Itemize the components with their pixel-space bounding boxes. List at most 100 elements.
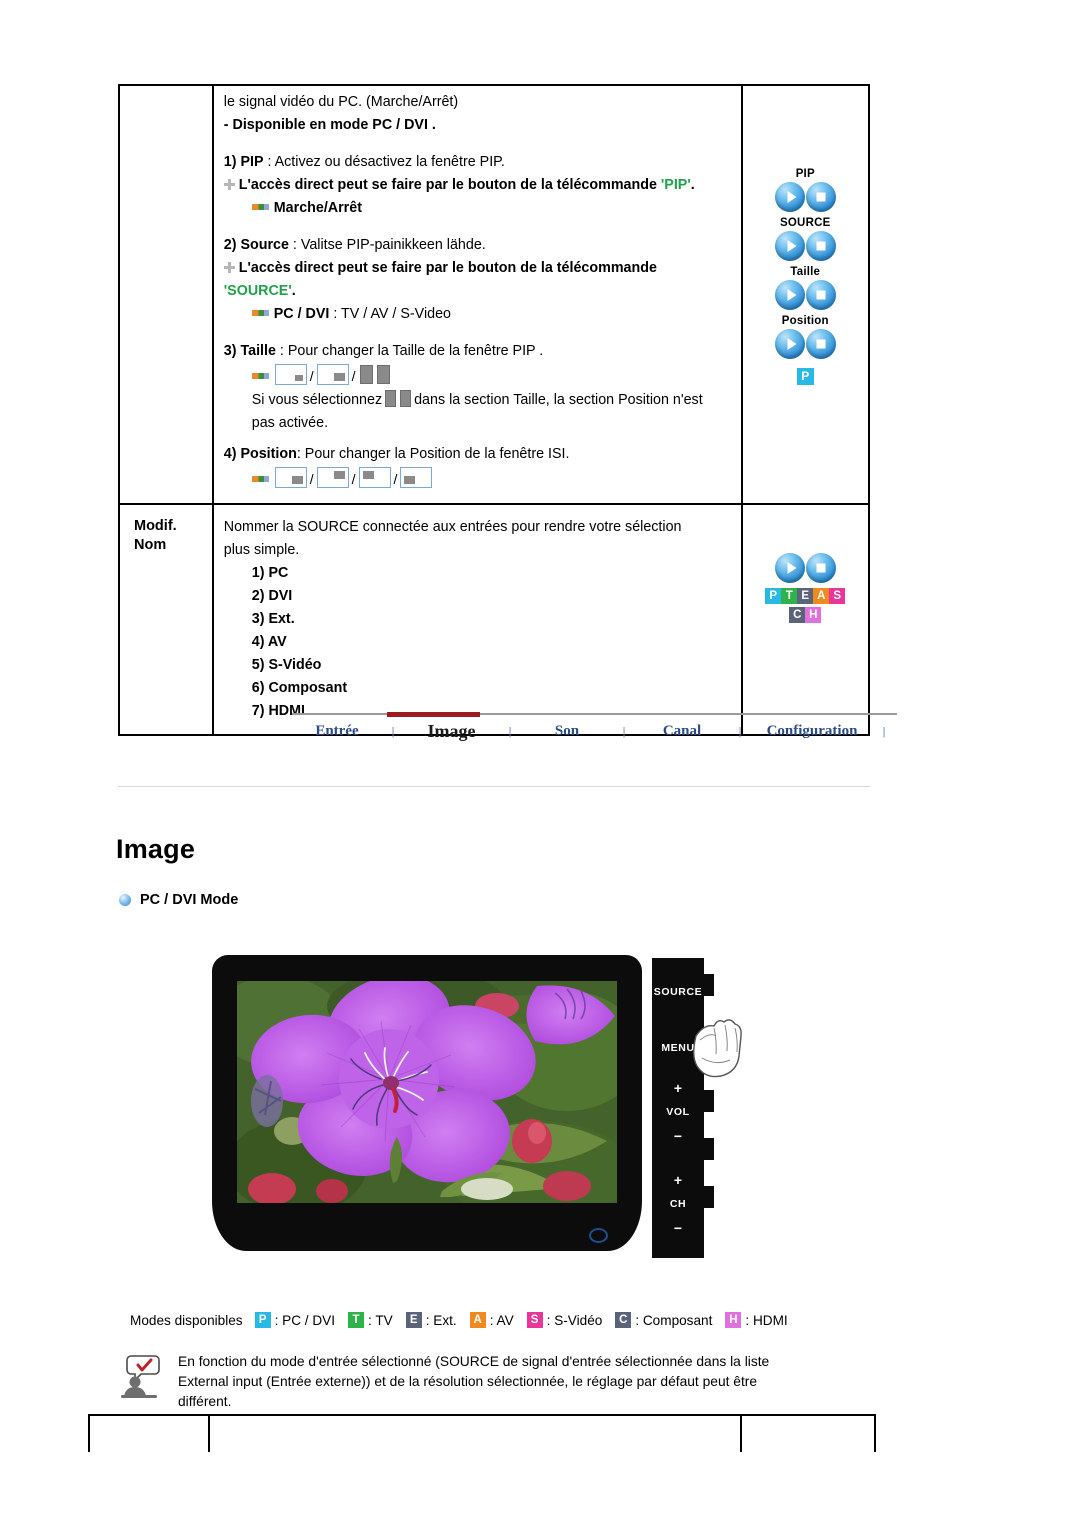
list-item: 5) S-Vidéo bbox=[251, 657, 322, 673]
item-pip-number: 1) bbox=[223, 154, 241, 170]
tab-son[interactable]: Son bbox=[521, 723, 613, 740]
taille-note-c: pas activée. bbox=[251, 415, 329, 431]
tab-configuration[interactable]: Configuration bbox=[751, 723, 873, 740]
row-label-cell bbox=[118, 84, 214, 504]
mode-legend-text: : PC / DVI bbox=[274, 1312, 336, 1328]
sphere-bullet-icon bbox=[119, 894, 131, 906]
mode-badge-t: T bbox=[781, 588, 798, 604]
intro-text: le signal vidéo du PC. (Marche/Arrêt) bbox=[223, 94, 459, 110]
remote-stop-icon[interactable] bbox=[805, 553, 836, 583]
tab-entree[interactable]: Entrée bbox=[292, 723, 382, 740]
remote-button-stack: PIP SOURCE Taille Position P bbox=[743, 86, 868, 385]
modif-intro-line2: plus simple. bbox=[223, 542, 300, 558]
item-pip-sub-label: Marche/Arrêt bbox=[273, 200, 362, 216]
note-line-1: En fonction du mode d'entrée sélectionné… bbox=[178, 1354, 770, 1369]
item-source-access-text: L'accès direct peut se faire par le bout… bbox=[238, 260, 657, 276]
remote-group-position: Position P bbox=[743, 315, 868, 385]
tab-image[interactable]: Image bbox=[404, 721, 499, 742]
mode-badge-c: C bbox=[789, 607, 806, 623]
item-pip-access-key: 'PIP' bbox=[660, 177, 691, 193]
section-nav: Entrée | Image | Son | Canal | Configura… bbox=[292, 712, 897, 742]
mode-badge-p: P bbox=[254, 1312, 271, 1328]
item-taille-number: 3) bbox=[223, 343, 241, 359]
mode-legend-svideo: S : S-Vidéo bbox=[526, 1312, 603, 1328]
monitor-button-vol: VOL bbox=[666, 1106, 690, 1118]
row-remote-cell: PTEAS CH bbox=[740, 503, 871, 736]
page-title: Image bbox=[116, 834, 196, 864]
remote-play-icon[interactable] bbox=[774, 280, 805, 310]
item-position-title: Position bbox=[240, 446, 297, 462]
item-position-number: 4) bbox=[223, 446, 241, 462]
plus-icon bbox=[223, 262, 235, 273]
mode-badge-t: T bbox=[348, 1312, 365, 1328]
monitor-button-ch: CH bbox=[669, 1198, 687, 1210]
mode-badge-s: S bbox=[829, 588, 846, 604]
item-source-access-key-line: 'SOURCE'. bbox=[224, 281, 733, 302]
modif-source-list: 1) PC 2) DVI 3) Ext. 4) AV 5) S-Vidéo 6)… bbox=[224, 563, 733, 722]
power-led-icon bbox=[589, 1228, 608, 1243]
item-pip-access-period: . bbox=[690, 177, 695, 193]
list-item: 6) Composant bbox=[251, 680, 348, 696]
mode-legend-pc: P : PC / DVI bbox=[254, 1312, 336, 1328]
taille-size-options: / / bbox=[224, 364, 733, 388]
table-row: Modif. Nom Nommer la SOURCE connectée au… bbox=[118, 503, 871, 736]
remote-button-group: PTEAS CH bbox=[743, 505, 868, 623]
item-source-desc: : Valitse PIP-painikkeen lähde. bbox=[288, 237, 486, 253]
list-item: 2) DVI bbox=[251, 588, 293, 604]
tab-canal[interactable]: Canal bbox=[635, 723, 729, 740]
nav-separator: | bbox=[508, 725, 512, 738]
mode-badges-row2: CH bbox=[743, 607, 868, 623]
item-taille-line: 3) Taille : Pour changer la Taille de la… bbox=[224, 341, 733, 362]
monitor-button-vol-up[interactable]: + bbox=[652, 1080, 704, 1096]
remote-stop-icon[interactable] bbox=[805, 182, 836, 212]
item-position-desc: : Pour changer la Position de la fenêtre… bbox=[296, 446, 570, 462]
remote-group-pip: PIP bbox=[743, 168, 868, 212]
remote-play-icon[interactable] bbox=[774, 231, 805, 261]
position-options: / / / bbox=[224, 467, 733, 491]
pointing-hand-icon bbox=[692, 1018, 752, 1080]
monitor-button-ch-up[interactable]: + bbox=[652, 1172, 704, 1188]
pip-size-split-icon bbox=[358, 364, 391, 385]
modif-intro-line1: Nommer la SOURCE connectée aux entrées p… bbox=[223, 519, 682, 535]
remote-label-position: Position bbox=[781, 315, 829, 327]
remote-play-icon[interactable] bbox=[774, 182, 805, 212]
pip-position-bottom-right-icon bbox=[274, 467, 307, 488]
item-taille-title: Taille bbox=[240, 343, 276, 359]
mode-legend-text: : S-Vidéo bbox=[546, 1312, 603, 1328]
nav-active-indicator bbox=[387, 712, 480, 717]
monitor-button-vol-down[interactable]: − bbox=[652, 1128, 704, 1144]
item-pip-access-text: L'accès direct peut se faire par le bout… bbox=[238, 177, 661, 193]
monitor-button-ch-down[interactable]: − bbox=[652, 1220, 704, 1236]
mode-legend-text: : AV bbox=[489, 1312, 514, 1328]
remote-label-taille: Taille bbox=[790, 266, 821, 278]
mode-legend-text: : TV bbox=[368, 1312, 393, 1328]
remote-stop-icon[interactable] bbox=[805, 329, 836, 359]
mode-badge-a: A bbox=[469, 1312, 486, 1328]
list-item: 1) PC bbox=[251, 565, 289, 581]
item-source-access-key: 'SOURCE' bbox=[223, 283, 292, 299]
list-item: 3) Ext. bbox=[251, 611, 295, 627]
list-item: 4) AV bbox=[251, 634, 287, 650]
item-pip-title: PIP bbox=[240, 154, 264, 170]
monitor-side-panel: SOURCE MENU + VOL − + CH − bbox=[652, 958, 714, 1258]
next-table-fragment bbox=[88, 1414, 876, 1452]
plus-icon bbox=[223, 179, 235, 190]
pip-size-small-icon bbox=[274, 364, 307, 385]
remote-play-icon[interactable] bbox=[774, 553, 805, 583]
nav-separator: | bbox=[882, 725, 886, 738]
mode-legend-tv: T : TV bbox=[348, 1312, 393, 1328]
tricolor-bullet-icon bbox=[251, 310, 269, 316]
remote-stop-icon[interactable] bbox=[805, 231, 836, 261]
mode-legend-av: A : AV bbox=[469, 1312, 514, 1328]
monitor-illustration bbox=[212, 955, 642, 1265]
monitor-button-source[interactable]: SOURCE bbox=[652, 986, 704, 998]
item-pip-sub: Marche/Arrêt bbox=[224, 198, 733, 219]
available-modes-legend: Modes disponibles P : PC / DVI T : TV E … bbox=[130, 1312, 801, 1328]
table-row: le signal vidéo du PC. (Marche/Arrêt) - … bbox=[118, 84, 871, 504]
remote-play-icon[interactable] bbox=[774, 329, 805, 359]
remote-stop-icon[interactable] bbox=[805, 280, 836, 310]
note-line-3: différent. bbox=[178, 1394, 232, 1409]
mode-badge-a: A bbox=[813, 588, 830, 604]
pip-size-medium-icon bbox=[316, 364, 349, 385]
remote-group-taille: Taille bbox=[743, 266, 868, 310]
